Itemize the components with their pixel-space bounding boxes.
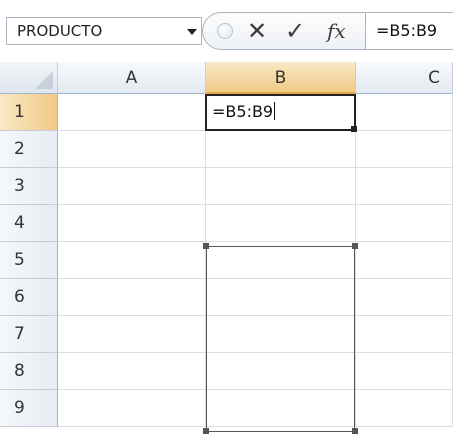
cell-a9[interactable] [58,390,206,427]
fx-icon[interactable]: fx [327,18,346,44]
column-header-row: A B C [0,62,453,94]
formula-input[interactable]: =B5:B9 [366,12,453,50]
name-box[interactable]: PRODUCTO [6,17,202,45]
name-box-value: PRODUCTO [17,22,103,40]
fill-handle[interactable] [351,126,357,132]
chevron-down-icon[interactable] [187,29,197,35]
cell-c2[interactable] [356,131,453,168]
active-cell-border [205,94,356,131]
cell-b3[interactable] [206,168,356,205]
cell-a4[interactable] [58,205,206,242]
row-header-8[interactable]: 8 [0,353,58,390]
cell-c9[interactable] [356,390,453,427]
cell-c5[interactable] [356,242,453,279]
row-header-4[interactable]: 4 [0,205,58,242]
cell-a6[interactable] [58,279,206,316]
cell-c6[interactable] [356,279,453,316]
cell-b4[interactable] [206,205,356,242]
close-icon[interactable]: ✕ [247,16,267,46]
check-icon[interactable]: ✓ [285,16,305,46]
cell-b2[interactable] [206,131,356,168]
column-header-b[interactable]: B [206,62,356,94]
cell-c8[interactable] [356,353,453,390]
range-handle-bottom-right[interactable] [352,428,358,434]
cell-c4[interactable] [356,205,453,242]
cell-c3[interactable] [356,168,453,205]
select-all-button[interactable] [0,62,58,94]
row-header-7[interactable]: 7 [0,316,58,353]
cell-a1[interactable] [58,94,206,131]
row-header-2[interactable]: 2 [0,131,58,168]
cell-a5[interactable] [58,242,206,279]
cell-a7[interactable] [58,316,206,353]
cell-a3[interactable] [58,168,206,205]
formula-text: =B5:B9 [376,21,438,40]
cell-c7[interactable] [356,316,453,353]
spreadsheet-grid: A B C 1 =B5:B9 2 3 4 5 6 7 8 9 [0,62,453,434]
row-header-6[interactable]: 6 [0,279,58,316]
formula-bar: PRODUCTO ✕ ✓ fx =B5:B9 [0,0,453,62]
formula-buttons: ✕ ✓ fx [202,12,366,50]
row-header-3[interactable]: 3 [0,168,58,205]
row-header-9[interactable]: 9 [0,390,58,427]
cell-c1[interactable] [356,94,453,131]
column-header-a[interactable]: A [58,62,206,94]
range-handle-top-right[interactable] [352,243,358,249]
select-all-icon [35,71,53,89]
cell-a2[interactable] [58,131,206,168]
cell-a8[interactable] [58,353,206,390]
row-header-1[interactable]: 1 [0,94,58,131]
range-handle-bottom-left[interactable] [203,428,209,434]
circle-icon [217,23,233,39]
column-header-c[interactable]: C [356,62,453,94]
referenced-range-border [206,246,355,432]
row-header-5[interactable]: 5 [0,242,58,279]
range-handle-top-left[interactable] [203,243,209,249]
